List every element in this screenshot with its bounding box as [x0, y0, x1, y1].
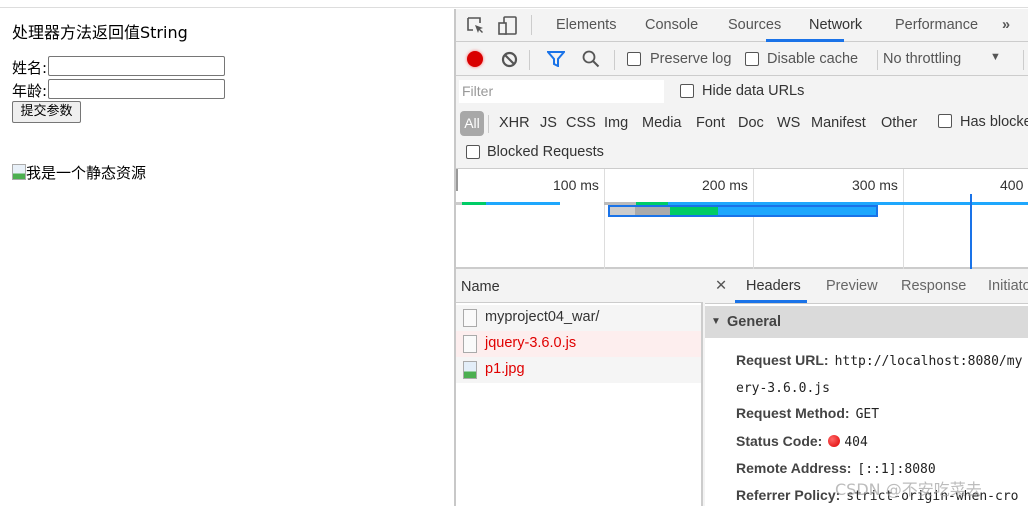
tick-label: 100 ms	[553, 177, 599, 193]
tab-network[interactable]: Network	[809, 17, 862, 33]
hide-data-urls-label: Hide data URLs	[702, 83, 805, 99]
tick-label: 200 ms	[702, 177, 748, 193]
document-icon	[463, 309, 477, 327]
network-overview-timeline[interactable]: 100 ms 200 ms 300 ms 400	[456, 168, 1028, 269]
preserve-log-checkbox[interactable]	[627, 52, 641, 66]
submit-button[interactable]: 提交参数	[12, 101, 81, 123]
age-input[interactable]	[48, 79, 225, 99]
filter-icon[interactable]	[547, 51, 565, 67]
general-label: General	[727, 314, 781, 330]
has-blocked-label: Has blocke	[960, 114, 1028, 130]
network-toolbar: Preserve log Disable cache No throttling…	[456, 42, 1028, 76]
request-url-cont: ery-3.6.0.js	[736, 381, 830, 396]
blocked-requests-row: Blocked Requests	[456, 140, 1028, 168]
selected-request-bar[interactable]	[608, 205, 878, 217]
blocked-requests-label: Blocked Requests	[487, 144, 604, 160]
general-section-header[interactable]: ▼ General	[705, 306, 1028, 338]
triangle-down-icon: ▼	[711, 316, 721, 327]
browser-top-strip	[0, 0, 1028, 8]
type-ws[interactable]: WS	[777, 115, 800, 131]
record-icon[interactable]	[467, 51, 483, 67]
more-tabs-icon[interactable]: »	[1002, 17, 1010, 33]
timing-bar-download	[486, 202, 560, 205]
image-icon	[463, 361, 477, 379]
request-name: myproject04_war/	[485, 309, 600, 325]
tab-console[interactable]: Console	[645, 17, 698, 33]
type-all[interactable]: All	[460, 111, 484, 136]
type-other[interactable]: Other	[881, 115, 917, 131]
has-blocked-checkbox[interactable]	[938, 114, 952, 128]
broken-image: 我是一个静态资源	[12, 162, 146, 183]
request-details: ✕ Headers Preview Response Initiato ▼ Ge…	[705, 270, 1028, 506]
disable-cache-checkbox[interactable]	[745, 52, 759, 66]
devtools-tabbar: Elements Console Sources Network Perform…	[456, 9, 1028, 42]
close-icon[interactable]: ✕	[715, 278, 727, 294]
status-code-row: Status Code: 404	[736, 433, 868, 450]
request-list: Name myproject04_war/ jquery-3.6.0.js p1…	[456, 270, 703, 506]
request-row[interactable]: p1.jpg	[456, 357, 701, 383]
request-row[interactable]: myproject04_war/	[456, 305, 701, 331]
type-media[interactable]: Media	[642, 115, 682, 131]
name-column-header[interactable]: Name	[456, 270, 703, 303]
hide-data-urls-checkbox[interactable]	[680, 84, 694, 98]
age-label: 年龄:	[12, 82, 48, 100]
filter-row: Filter Hide data URLs	[456, 76, 1028, 108]
type-font[interactable]: Font	[696, 115, 725, 131]
request-url-row: Request URL: http://localhost:8080/my	[736, 352, 1023, 369]
status-error-icon	[828, 435, 841, 447]
remote-address-row: Remote Address: [::1]:8080	[736, 460, 936, 477]
disable-cache-label: Disable cache	[767, 51, 859, 67]
name-label: 姓名:	[12, 59, 48, 77]
request-method-row: Request Method: GET	[736, 405, 880, 422]
timing-bar-ttfb	[462, 202, 486, 205]
tick-label: 400	[1000, 177, 1024, 193]
throttling-select[interactable]: No throttling	[883, 51, 961, 67]
devtools-panel: Elements Console Sources Network Perform…	[456, 9, 1028, 506]
type-filter-row: All XHR JS CSS Img Media Font Doc WS Man…	[456, 108, 1028, 140]
device-toolbar-icon[interactable]	[498, 15, 518, 37]
blocked-requests-checkbox[interactable]	[466, 145, 480, 159]
tab-response[interactable]: Response	[901, 278, 966, 294]
type-js[interactable]: JS	[540, 115, 557, 131]
preserve-log-label: Preserve log	[650, 51, 732, 67]
type-css[interactable]: CSS	[566, 115, 596, 131]
details-tabbar: ✕ Headers Preview Response Initiato	[705, 270, 1028, 304]
tab-elements[interactable]: Elements	[556, 17, 616, 33]
tab-initiator[interactable]: Initiato	[988, 278, 1028, 294]
type-manifest[interactable]: Manifest	[811, 115, 866, 131]
tab-performance[interactable]: Performance	[895, 17, 978, 33]
type-img[interactable]: Img	[604, 115, 628, 131]
broken-image-icon	[12, 164, 26, 180]
image-alt-text: 我是一个静态资源	[26, 164, 147, 182]
clear-icon[interactable]	[501, 51, 518, 68]
name-input[interactable]	[48, 56, 225, 76]
watermark: CSDN @不安吃菜去	[835, 480, 982, 499]
tab-sources[interactable]: Sources	[728, 17, 781, 33]
tick-label: 300 ms	[852, 177, 898, 193]
inspect-element-icon[interactable]	[466, 16, 486, 36]
active-tab-indicator	[735, 300, 807, 303]
type-xhr[interactable]: XHR	[499, 115, 530, 131]
web-page: 处理器方法返回值String 姓名: 年龄: 提交参数 我是一个静态资源	[0, 9, 455, 506]
search-icon[interactable]	[582, 50, 600, 68]
tab-preview[interactable]: Preview	[826, 278, 878, 294]
request-name: jquery-3.6.0.js	[485, 335, 577, 351]
request-row[interactable]: jquery-3.6.0.js	[456, 331, 701, 357]
page-heading: 处理器方法返回值String	[12, 23, 188, 42]
document-icon	[463, 335, 477, 353]
tab-headers[interactable]: Headers	[746, 278, 801, 294]
load-event-marker	[970, 194, 972, 269]
filter-input[interactable]: Filter	[459, 80, 664, 103]
chevron-down-icon[interactable]: ▼	[990, 51, 1001, 63]
request-name: p1.jpg	[485, 361, 525, 377]
type-doc[interactable]: Doc	[738, 115, 764, 131]
